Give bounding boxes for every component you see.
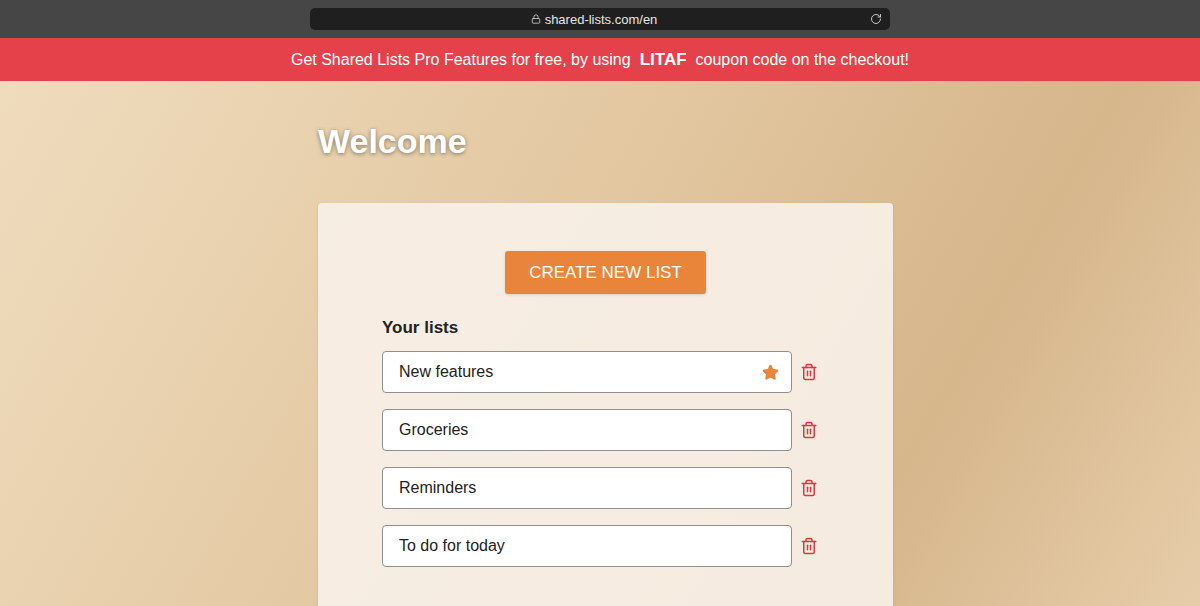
star-icon[interactable] xyxy=(762,364,779,381)
app: shared-lists.com/en Get Shared Lists Pro … xyxy=(0,0,1200,606)
list-name: To do for today xyxy=(399,534,775,558)
reload-icon[interactable] xyxy=(870,13,882,25)
list-row: Groceries xyxy=(382,409,829,451)
create-list-button[interactable]: CREATE NEW LIST xyxy=(505,251,706,294)
list-row: To do for today xyxy=(382,525,829,567)
banner-text: Get Shared Lists Pro Features for free, … xyxy=(291,48,631,72)
lists-card: CREATE NEW LIST Your lists New features Gro… xyxy=(318,203,893,606)
coupon-code: LITAF xyxy=(637,47,690,73)
address-bar[interactable]: shared-lists.com/en xyxy=(310,8,890,30)
list-name: Reminders xyxy=(399,476,775,500)
list-items: New features Groceries Reminders To do for … xyxy=(382,351,829,567)
button-row: CREATE NEW LIST xyxy=(318,251,893,294)
list-row: Reminders xyxy=(382,467,829,509)
sand-background: Welcome CREATE NEW LIST Your lists New feat… xyxy=(0,81,1200,606)
promo-banner: Get Shared Lists Pro Features for free, … xyxy=(0,38,1200,81)
list-item[interactable]: Reminders xyxy=(382,467,792,509)
trash-icon[interactable] xyxy=(800,363,818,381)
list-name: New features xyxy=(399,360,754,384)
browser-bar: shared-lists.com/en xyxy=(0,0,1200,38)
list-item[interactable]: New features xyxy=(382,351,792,393)
url-group: shared-lists.com/en xyxy=(318,13,870,26)
trash-icon[interactable] xyxy=(800,479,818,497)
url: shared-lists.com/en xyxy=(545,13,658,26)
trash-icon[interactable] xyxy=(800,421,818,439)
trash-icon[interactable] xyxy=(800,537,818,555)
list-name: Groceries xyxy=(399,418,775,442)
list-item[interactable]: To do for today xyxy=(382,525,792,567)
list-item[interactable]: Groceries xyxy=(382,409,792,451)
lists-title: Your lists xyxy=(382,318,829,338)
list-row: New features xyxy=(382,351,829,393)
banner-text: coupon code on the checkout! xyxy=(696,48,910,72)
lock-icon xyxy=(531,14,541,24)
lists-section: Your lists New features Groceries Reminders… xyxy=(318,318,893,567)
welcome-heading: Welcome xyxy=(318,121,893,161)
content: Welcome CREATE NEW LIST Your lists New feat… xyxy=(318,81,893,606)
